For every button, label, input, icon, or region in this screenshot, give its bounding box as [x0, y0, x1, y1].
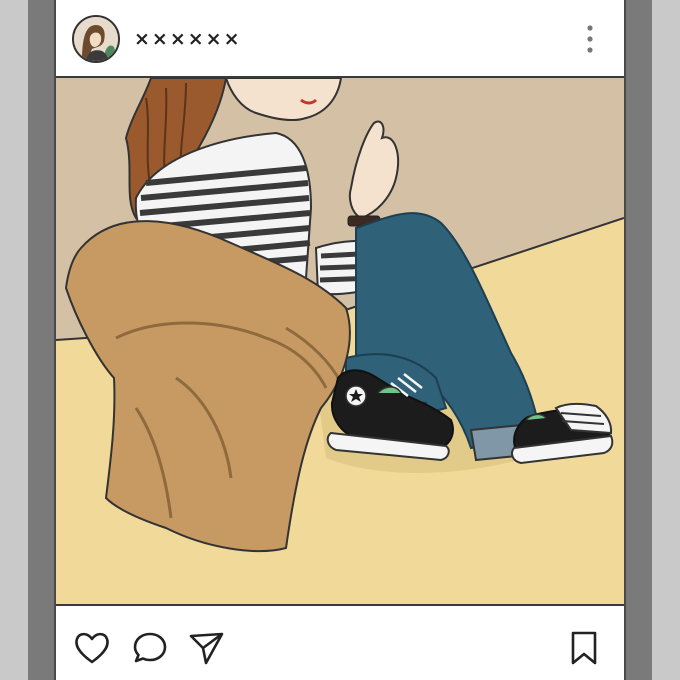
post-header: ××××××: [56, 0, 624, 78]
share-paper-plane-icon[interactable]: [186, 628, 226, 668]
avatar[interactable]: [72, 15, 120, 63]
like-heart-icon[interactable]: [72, 628, 112, 668]
save-bookmark-icon[interactable]: [564, 628, 604, 668]
post-photo[interactable]: [56, 78, 624, 606]
comment-bubble-icon[interactable]: [130, 628, 170, 668]
username[interactable]: ××××××: [134, 28, 242, 50]
illustration-photo: [56, 78, 624, 604]
user-avatar-icon: [74, 17, 118, 61]
instagram-post: ××××××: [54, 0, 626, 680]
more-options-icon[interactable]: [586, 24, 594, 54]
post-action-bar: [56, 606, 624, 680]
